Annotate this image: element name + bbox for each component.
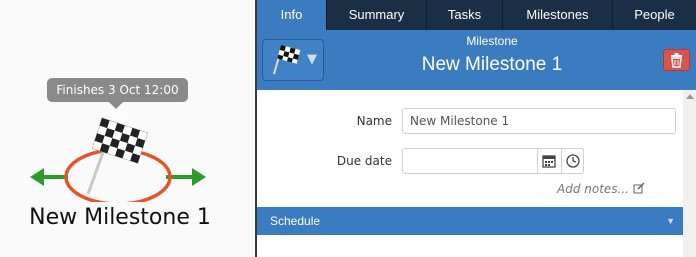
tab-people[interactable]: People [613, 0, 696, 30]
checkered-flag-icon [273, 45, 301, 75]
tab-summary[interactable]: Summary [327, 0, 427, 30]
item-title: New Milestone 1 [421, 54, 563, 75]
form-scrollbar[interactable] [683, 90, 696, 257]
tab-bar: Info Summary Tasks Milestones People [257, 0, 696, 30]
scroll-up-icon[interactable] [686, 94, 694, 99]
add-notes-link[interactable]: Add notes... [557, 182, 645, 196]
calendar-icon[interactable] [541, 153, 557, 169]
add-notes-label: Add notes... [557, 182, 629, 196]
left-arrow-icon[interactable] [30, 168, 68, 186]
info-form: Name New Milestone 1 Due date Add notes.… [257, 90, 683, 207]
item-type-label: Milestone [466, 34, 518, 48]
delete-button[interactable] [663, 49, 690, 71]
details-panel: Info Summary Tasks Milestones People ▼ M… [257, 0, 696, 257]
milestone-canvas[interactable]: Finishes 3 Oct 12:00 am New Milestone 1 [0, 0, 255, 257]
schedule-section-header[interactable]: Schedule ▼ [257, 207, 683, 235]
milestone-label: New Milestone 1 [29, 205, 211, 230]
due-date-input[interactable] [402, 148, 584, 174]
chevron-down-icon: ▼ [666, 216, 675, 226]
edit-icon [633, 182, 645, 194]
milestone-ring [64, 148, 172, 202]
trash-icon [671, 53, 682, 68]
due-date-label: Due date [336, 154, 392, 168]
name-label: Name [356, 114, 392, 128]
chevron-down-icon: ▼ [307, 52, 317, 67]
tab-tasks[interactable]: Tasks [427, 0, 503, 30]
tab-milestones[interactable]: Milestones [503, 0, 613, 30]
milestone-node[interactable] [28, 112, 208, 202]
tab-info[interactable]: Info [257, 0, 327, 30]
panel-header: ▼ Milestone New Milestone 1 [257, 30, 696, 90]
name-input[interactable]: New Milestone 1 [402, 108, 676, 134]
clock-icon[interactable] [565, 153, 581, 169]
milestone-icon-picker[interactable]: ▼ [262, 39, 324, 81]
schedule-label: Schedule [270, 214, 321, 228]
checkered-flag-icon [86, 117, 148, 195]
finish-tooltip: Finishes 3 Oct 12:00 am [47, 78, 188, 121]
right-arrow-icon[interactable] [166, 168, 206, 186]
